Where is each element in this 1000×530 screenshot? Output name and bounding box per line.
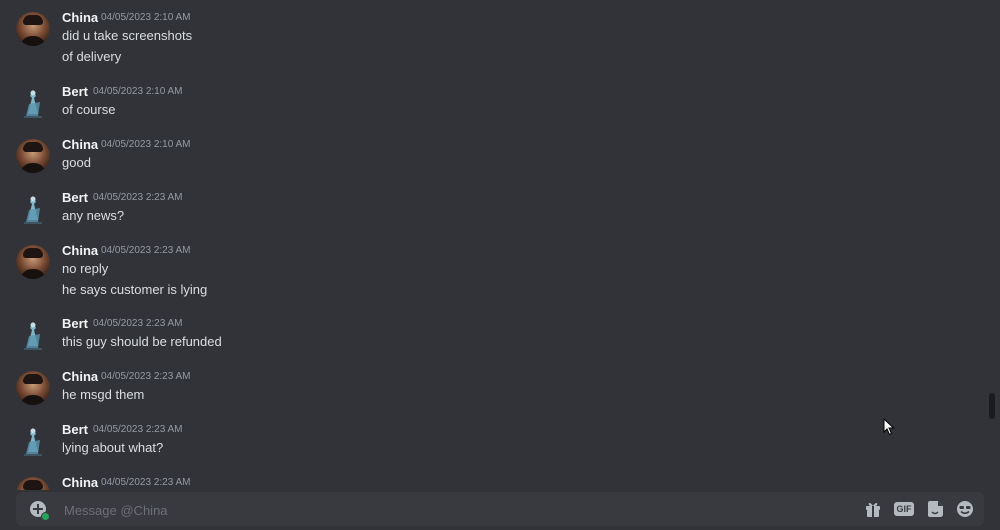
avatar[interactable] [16, 86, 50, 120]
avatar[interactable] [16, 192, 50, 226]
message-group[interactable]: China 04/05/2023 2:10 AM good [0, 137, 980, 183]
message-timestamp: 04/05/2023 2:23 AM [101, 477, 191, 488]
message-timestamp: 04/05/2023 2:23 AM [93, 424, 183, 435]
message-author[interactable]: Bert [62, 422, 88, 437]
message-group[interactable]: Bert 04/05/2023 2:10 AM of course [0, 84, 980, 130]
message-text: no reply [62, 261, 109, 276]
message-author[interactable]: China [62, 137, 98, 152]
message-author[interactable]: Bert [62, 84, 88, 99]
message-text: good [62, 155, 91, 170]
avatar[interactable] [16, 477, 50, 490]
scrollbar-thumb[interactable] [989, 393, 995, 419]
message-group[interactable]: China 04/05/2023 2:10 AM did u take screen… [0, 10, 980, 76]
message-group[interactable]: China 04/05/2023 2:23 AM he msgd them [0, 369, 980, 415]
message-author[interactable]: Bert [62, 316, 88, 331]
message-text: of delivery [62, 49, 122, 64]
message-text: did u take screenshots [62, 28, 193, 43]
message-timestamp: 04/05/2023 2:23 AM [101, 371, 191, 382]
message-author[interactable]: China [62, 475, 98, 490]
message-timestamp: 04/05/2023 2:10 AM [101, 12, 191, 23]
message-composer: GIF [16, 492, 984, 528]
avatar[interactable] [16, 424, 50, 458]
message-group[interactable]: China 04/05/2023 2:23 AM [0, 475, 980, 490]
gif-icon[interactable]: GIF [894, 502, 914, 516]
sticker-icon[interactable] [926, 500, 944, 518]
message-timestamp: 04/05/2023 2:23 AM [101, 245, 191, 256]
message-text: this guy should be refunded [62, 334, 222, 349]
message-group[interactable]: Bert 04/05/2023 2:23 AM this guy should be… [0, 316, 980, 362]
message-list[interactable]: China 04/05/2023 2:10 AM did u take screen… [0, 0, 996, 490]
avatar[interactable] [16, 139, 50, 173]
message-author[interactable]: China [62, 243, 98, 258]
message-text: lying about what? [62, 440, 164, 455]
message-group[interactable]: Bert 04/05/2023 2:23 AM any news? [0, 190, 980, 236]
message-group[interactable]: China 04/05/2023 2:23 AM no reply he says c… [0, 243, 980, 309]
avatar[interactable] [16, 12, 50, 46]
message-author[interactable]: China [62, 369, 98, 384]
avatar[interactable] [16, 245, 50, 279]
avatar[interactable] [16, 371, 50, 405]
message-author[interactable]: China [62, 10, 98, 25]
mouse-cursor-icon [883, 417, 895, 441]
message-text: he msgd them [62, 387, 145, 402]
emoji-icon[interactable] [956, 500, 974, 518]
message-text: of course [62, 102, 116, 117]
message-text: he says customer is lying [62, 282, 208, 297]
message-timestamp: 04/05/2023 2:23 AM [93, 192, 183, 203]
avatar[interactable] [16, 318, 50, 352]
gift-icon[interactable] [864, 500, 882, 518]
message-group[interactable]: Bert 04/05/2023 2:23 AM lying about what? [0, 422, 980, 468]
status-dot [41, 512, 50, 521]
message-timestamp: 04/05/2023 2:23 AM [93, 318, 183, 329]
message-timestamp: 04/05/2023 2:10 AM [93, 86, 183, 97]
message-timestamp: 04/05/2023 2:10 AM [101, 139, 191, 150]
message-author[interactable]: Bert [62, 190, 88, 205]
message-text: any news? [62, 208, 125, 223]
message-input[interactable] [62, 492, 846, 528]
